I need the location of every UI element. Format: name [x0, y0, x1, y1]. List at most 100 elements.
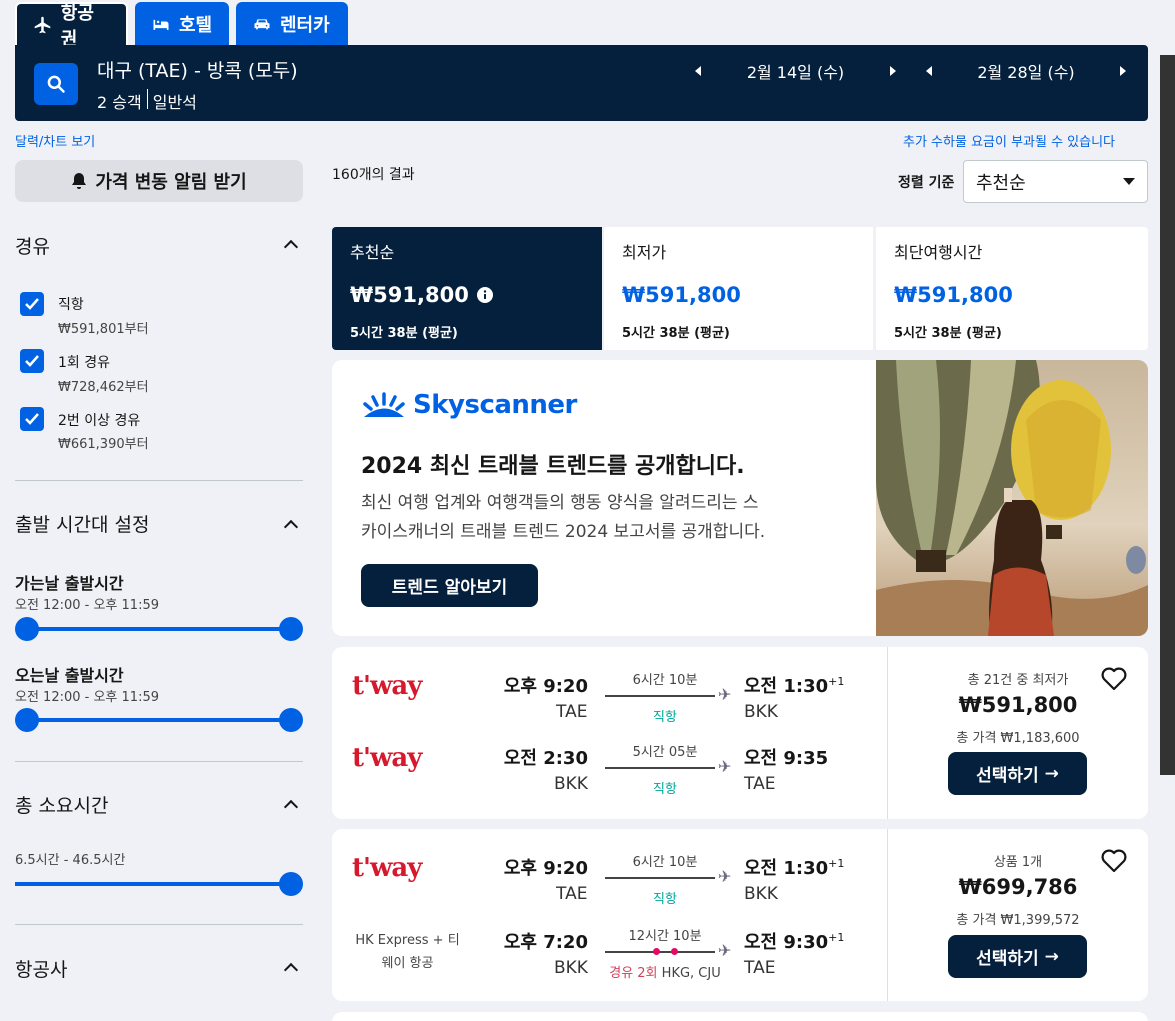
arrive-airport: BKK: [744, 884, 778, 904]
promo-body-2: 카이스캐너의 트래블 트렌드 2024 보고서를 공개합니다.: [361, 522, 766, 542]
depart-date-picker[interactable]: 2월 14일 (수): [695, 61, 896, 82]
select-button[interactable]: 선택하기 →: [948, 935, 1087, 978]
stop-option-label: 1회 경유: [58, 355, 110, 371]
stop-dot: [653, 948, 660, 955]
chevron-up-icon[interactable]: [283, 519, 299, 535]
return-slider-max-handle[interactable]: [279, 708, 303, 732]
stops-text: 직항: [653, 782, 677, 797]
price: ₩591,800: [958, 693, 1078, 717]
stop-option-price: ₩728,462부터: [58, 380, 149, 395]
return-slider-min-handle[interactable]: [15, 708, 39, 732]
depart-airport: TAE: [556, 884, 588, 904]
total-price: 총 가격 ₩1,399,572: [956, 913, 1080, 928]
cabin-class: 일반석: [152, 93, 197, 112]
sort-tab-title: 최저가: [622, 243, 667, 262]
outbound-time-title: 가는날 출발시간: [15, 574, 124, 593]
tway-logo: t'way: [352, 671, 422, 701]
sort-select[interactable]: 추천순: [963, 160, 1148, 203]
flight-result-card[interactable]: t'way 오후 9:20 TAE 6시간 10분 ✈ 직항 오전 1:30+1…: [332, 647, 1148, 819]
select-label: 선택하기: [976, 766, 1039, 786]
return-date-picker[interactable]: 2월 28일 (수): [926, 61, 1126, 82]
outbound-slider-track[interactable]: [26, 627, 290, 631]
checkbox-two-plus-stops[interactable]: [20, 407, 44, 431]
stops-count: 경유 2회: [609, 966, 658, 981]
check-icon: [25, 355, 39, 367]
sort-tab-price-row: ₩591,800: [350, 283, 584, 307]
sort-tab-duration: 5시간 38분 (평균): [622, 326, 730, 341]
sort-tab-best[interactable]: 추천순 ₩591,800 5시간 38분 (평균): [332, 227, 602, 350]
search-icon: [47, 75, 65, 93]
next-day: +1: [828, 931, 845, 944]
flight-duration: 12시간 10분: [628, 929, 702, 944]
flight-line: [605, 877, 715, 879]
outbound-slider-min-handle[interactable]: [15, 617, 39, 641]
heart-icon[interactable]: [1101, 849, 1127, 873]
sort-tab-fastest[interactable]: 최단여행시간 ₩591,800 5시간 38분 (평균): [876, 227, 1148, 350]
sort-tab-price: ₩591,800: [622, 283, 741, 307]
duration-filter-title[interactable]: 총 소요시간: [15, 791, 108, 818]
outbound-slider-max-handle[interactable]: [279, 617, 303, 641]
sort-tab-cheapest[interactable]: 최저가 ₩591,800 5시간 38분 (평균): [604, 227, 874, 350]
arrive-time: 오전 1:30+1: [744, 854, 844, 880]
return-time-title: 오는날 출발시간: [15, 666, 124, 685]
price: ₩699,786: [958, 875, 1078, 899]
chevron-up-icon[interactable]: [283, 239, 299, 255]
price-alert-button[interactable]: 가격 변동 알림 받기: [15, 160, 303, 202]
plane-icon: ✈: [718, 941, 732, 960]
departure-times-title[interactable]: 출발 시간대 설정: [15, 510, 149, 537]
arrive-airport: TAE: [744, 774, 776, 794]
stops-filter-title[interactable]: 경유: [15, 232, 50, 259]
chevron-up-icon[interactable]: [283, 962, 299, 978]
depart-time: 오후 9:20: [503, 676, 588, 697]
sort-tab-duration: 5시간 38분 (평균): [350, 326, 458, 341]
sort-label: 정렬 기준: [898, 175, 955, 191]
chevron-up-icon[interactable]: [283, 799, 299, 815]
bed-icon: [153, 19, 169, 30]
arrive-time-text: 오전 9:35: [744, 748, 829, 769]
search-button[interactable]: [34, 63, 78, 105]
return-slider-track[interactable]: [26, 718, 290, 722]
flight-line: [605, 695, 715, 697]
airlines-filter-title[interactable]: 항공사: [15, 955, 67, 982]
arrive-airport: BKK: [744, 702, 778, 722]
depart-airport: BKK: [554, 958, 588, 978]
stops-via: HKG, CJU: [661, 966, 721, 981]
next-date-icon[interactable]: [1120, 66, 1126, 76]
baggage-fees-link[interactable]: 추가 수하물 요금이 부과될 수 있습니다: [903, 131, 1115, 150]
duration-slider-track[interactable]: [15, 882, 291, 886]
promo-button[interactable]: 트렌드 알아보기: [361, 564, 538, 607]
next-date-icon[interactable]: [890, 66, 896, 76]
flight-result-card[interactable]: t'way 오후 9:20 TAE 6시간 10분 ✈ 직항 오전 1:30+1…: [332, 829, 1148, 1001]
select-button[interactable]: 선택하기 →: [948, 752, 1087, 795]
checkbox-one-stop[interactable]: [20, 349, 44, 373]
arrive-time-text: 오전 1:30: [744, 858, 829, 879]
checkbox-direct[interactable]: [20, 292, 44, 316]
caret-down-icon: [1123, 178, 1135, 185]
tab-label: 호텔: [179, 14, 213, 36]
car-icon: [254, 18, 270, 29]
check-icon: [25, 298, 39, 310]
arrive-time: 오전 1:30+1: [744, 672, 844, 698]
skyscanner-logo: Skyscanner: [361, 390, 577, 420]
search-summary-bar[interactable]: 대구 (TAE) - 방콕 (모두) 2 승객 일반석 2월 14일 (수) 2…: [15, 45, 1148, 121]
calendar-chart-link[interactable]: 달력/차트 보기: [15, 131, 95, 150]
background-strip: [1160, 55, 1175, 775]
sort-tab-price: ₩591,800: [894, 283, 1013, 307]
promo-body-1: 최신 여행 업계와 여행객들의 행동 양식을 알려드리는 스: [361, 493, 759, 513]
arrive-airport: TAE: [744, 958, 776, 978]
deal-text: 총 21건 중 최저가: [967, 673, 1069, 688]
plane-icon: [34, 16, 51, 33]
divider: [15, 924, 303, 925]
tab-car-hire[interactable]: 렌터카: [236, 2, 348, 45]
heart-icon[interactable]: [1101, 667, 1127, 691]
tab-hotels[interactable]: 호텔: [135, 2, 229, 45]
arrow-right-icon: →: [1044, 763, 1059, 784]
arrive-time-text: 오전 1:30: [744, 676, 829, 697]
info-icon[interactable]: [476, 287, 493, 303]
tab-flights[interactable]: 항공권: [15, 2, 128, 50]
balloon-photo: [876, 360, 1148, 636]
route-text: 대구 (TAE) - 방콕 (모두): [97, 60, 298, 82]
next-day: +1: [828, 857, 845, 870]
sunrise-icon: [363, 392, 405, 417]
duration-slider-handle[interactable]: [279, 872, 303, 896]
